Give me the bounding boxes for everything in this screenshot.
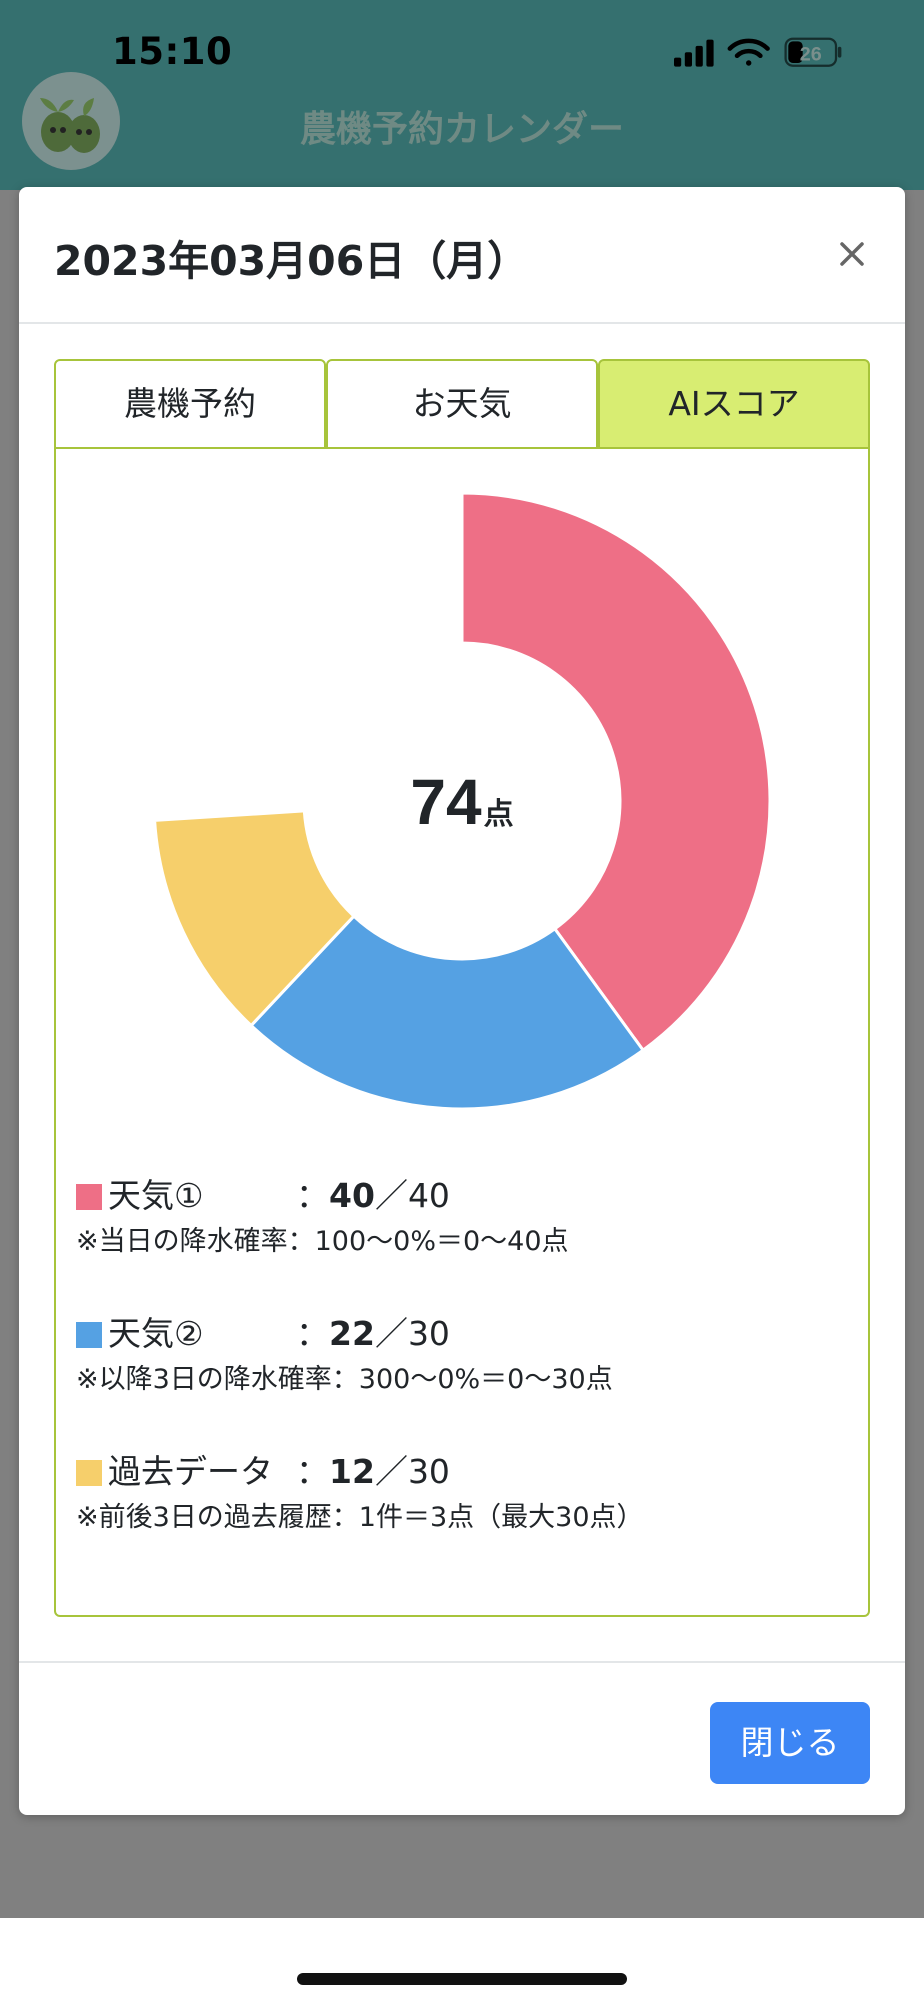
legend-score: 12 xyxy=(329,1452,375,1491)
close-icon[interactable] xyxy=(829,231,875,277)
tab-bar: 農機予約 お天気 AIスコア xyxy=(54,359,870,449)
legend-swatch-weather1 xyxy=(76,1184,102,1210)
legend-item-weather1: 天気① ：40／40 ※当日の降水確率：100〜0%＝0〜40点 xyxy=(76,1169,856,1307)
legend-label: 過去データ xyxy=(108,1452,273,1491)
ai-score-panel: 74点 天気① ：40／40 ※当日の降水確率：100〜0%＝0〜40点 天気②：… xyxy=(54,449,870,1617)
legend-separator: ： xyxy=(296,1452,329,1491)
wifi-icon xyxy=(727,38,770,66)
legend-note: ※当日の降水確率：100〜0%＝0〜40点 xyxy=(76,1226,569,1257)
legend-score: 22 xyxy=(329,1314,375,1353)
legend-note: ※以降3日の降水確率：300〜0%＝0〜30点 xyxy=(76,1364,613,1395)
legend-note: ※前後3日の過去履歴：1件＝3点（最大30点） xyxy=(76,1502,644,1533)
app-title: 農機予約カレンダー xyxy=(299,109,624,150)
status-icons: 26 xyxy=(674,37,842,67)
total-score-unit: 点 xyxy=(484,798,514,831)
legend-max: ／30 xyxy=(374,1314,450,1353)
legend-item-past-data: 過去データ ：12／30 ※前後3日の過去履歴：1件＝3点（最大30点） xyxy=(76,1445,856,1583)
legend-max: ／30 xyxy=(374,1452,450,1491)
app-header: 15:10 26 農機予約カレンダー xyxy=(0,0,924,190)
legend-swatch-weather2 xyxy=(76,1322,102,1348)
ai-score-modal: 2023年03月06日（月） 農機予約 お天気 AIスコア 74点 天気① ：40… xyxy=(19,187,905,1815)
score-legend: 天気① ：40／40 ※当日の降水確率：100〜0%＝0〜40点 天気② ：22／3… xyxy=(76,1169,856,1583)
tab-machine-reservation[interactable]: 農機予約 xyxy=(54,359,326,449)
modal-title: 2023年03月06日（月） xyxy=(54,237,529,285)
legend-separator: ： xyxy=(296,1314,329,1353)
total-score-value: 74 xyxy=(410,766,482,838)
home-indicator xyxy=(297,1973,627,1985)
tab-ai-score[interactable]: AIスコア xyxy=(598,359,870,449)
battery-icon: 26 xyxy=(784,37,842,67)
status-time: 15:10 xyxy=(112,30,233,73)
cellular-signal-icon xyxy=(674,39,714,67)
close-button[interactable]: 閉じる xyxy=(710,1702,870,1784)
legend-separator: ： xyxy=(296,1176,329,1215)
legend-label: 天気② xyxy=(108,1314,204,1353)
svg-text:74点: 74点 xyxy=(410,766,513,838)
modal-footer: 閉じる xyxy=(19,1661,905,1817)
score-donut-chart: 74点 xyxy=(153,491,772,1111)
legend-max: ／40 xyxy=(374,1176,450,1215)
legend-swatch-past-data xyxy=(76,1460,102,1486)
legend-score: 40 xyxy=(329,1176,375,1215)
legend-item-weather2: 天気② ：22／30 ※以降3日の降水確率：300〜0%＝0〜30点 xyxy=(76,1307,856,1445)
legend-label: 天気① xyxy=(108,1176,204,1215)
svg-text:26: 26 xyxy=(800,43,822,65)
tab-weather[interactable]: お天気 xyxy=(326,359,598,449)
modal-header: 2023年03月06日（月） xyxy=(19,187,905,324)
